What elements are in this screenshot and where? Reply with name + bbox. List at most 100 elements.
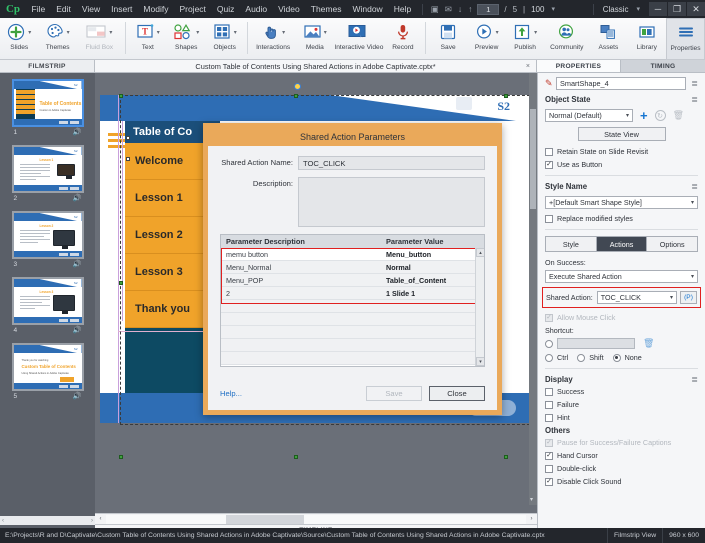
ribbon-publish[interactable]: ▾ Publish xyxy=(506,18,544,60)
scroll-down-icon[interactable]: ▾ xyxy=(530,496,533,503)
speaker-icon[interactable]: 🔊 xyxy=(73,128,82,136)
retain-state-row[interactable]: Retain State on Slide Revisit xyxy=(545,147,698,156)
trash-icon[interactable]: 🗑 xyxy=(643,338,654,349)
scroll-track[interactable] xyxy=(106,514,526,524)
tab-properties[interactable]: PROPERTIES xyxy=(537,60,621,72)
scroll-right-icon[interactable]: › xyxy=(526,516,537,522)
thumbnail-frame[interactable]: S2 Lesson 2 xyxy=(11,211,84,259)
chevron-down-icon[interactable]: ▾ xyxy=(496,29,499,36)
properties-panel[interactable]: ✎ SmartShape_4 ≣ Object State ≣ Normal (… xyxy=(537,73,705,528)
chevron-down-icon[interactable]: ▾ xyxy=(534,29,537,36)
hand-cursor-checkbox[interactable]: ✓ xyxy=(545,451,553,460)
hand-cursor-row[interactable]: ✓ Hand Cursor xyxy=(545,451,698,460)
table-row[interactable] xyxy=(221,352,484,365)
table-row[interactable] xyxy=(221,339,484,352)
shared-action-parameters-dialog[interactable]: Shared Action Parameters Shared Action N… xyxy=(203,123,502,415)
menu-edit[interactable]: Edit xyxy=(51,0,77,18)
description-textarea[interactable] xyxy=(298,177,485,227)
ribbon-slides[interactable]: ▾ Slides xyxy=(0,18,38,60)
display-hint-row[interactable]: Hint xyxy=(545,413,698,422)
workspace-selector[interactable]: Classic xyxy=(599,5,633,14)
selection-handle-tl[interactable] xyxy=(119,94,123,98)
mail-icon[interactable]: ✉ xyxy=(442,4,455,15)
shift-radio[interactable] xyxy=(577,353,586,362)
chevron-down-icon[interactable]: ▾ xyxy=(196,29,199,36)
chevron-down-icon[interactable]: ▾ xyxy=(691,271,694,283)
success-checkbox[interactable] xyxy=(545,387,553,396)
chevron-down-icon[interactable]: ▾ xyxy=(282,29,285,36)
menu-view[interactable]: View xyxy=(76,0,105,18)
state-view-button[interactable]: State View xyxy=(577,127,666,141)
parameters-button[interactable]: (P) xyxy=(680,291,697,304)
table-row[interactable] xyxy=(221,313,484,326)
thumbnail-frame[interactable]: S2 Thank you for watching Custom Table o… xyxy=(11,343,84,391)
use-as-button-row[interactable]: ✓ Use as Button xyxy=(545,160,698,169)
stage-horizontal-scrollbar[interactable]: ‹ › xyxy=(95,513,537,524)
maximize-button[interactable]: ❐ xyxy=(668,2,686,16)
filmstrip-slide-3[interactable]: S2 Lesson 2 3 🔊 xyxy=(0,205,95,271)
plus-icon[interactable]: + xyxy=(640,109,648,122)
hamburger-menu-icon[interactable]: ≣ xyxy=(686,79,698,88)
chevron-down-icon[interactable]: ▾ xyxy=(670,292,673,304)
style-name-select[interactable]: +[Default Smart Shape Style] ▾ xyxy=(545,196,698,209)
speaker-icon[interactable]: 🔊 xyxy=(73,326,82,334)
filmstrip-slide-1[interactable]: S2 Table of Contents Custom in Adobe Cap… xyxy=(0,73,95,139)
scroll-thumb[interactable] xyxy=(226,514,304,524)
menu-quiz[interactable]: Quiz xyxy=(211,0,239,18)
table-row[interactable]: 2 1 Slide 1 xyxy=(221,287,484,300)
selection-handle-bm[interactable] xyxy=(294,455,298,459)
disable-click-sound-checkbox[interactable]: ✓ xyxy=(545,477,553,486)
inner-handle-tl[interactable] xyxy=(126,136,130,140)
trash-icon[interactable]: 🗑 xyxy=(673,110,684,121)
ribbon-interactions[interactable]: ▾ Interactions xyxy=(251,18,296,60)
ribbon-properties[interactable]: Properties xyxy=(666,18,705,60)
ctrl-radio[interactable] xyxy=(545,353,553,362)
selection-handle-bl[interactable] xyxy=(119,455,123,459)
menu-help[interactable]: Help xyxy=(388,0,416,18)
scroll-up-icon[interactable]: ▴ xyxy=(476,248,484,257)
zoom-level[interactable]: 100 xyxy=(528,5,547,14)
ribbon-library[interactable]: Library xyxy=(628,18,666,60)
stage-vertical-scrollbar[interactable]: ▾ xyxy=(529,73,537,505)
menu-video[interactable]: Video xyxy=(273,0,306,18)
selection-handle-ml[interactable] xyxy=(119,281,123,285)
replace-styles-row[interactable]: Replace modified styles xyxy=(545,214,698,223)
menu-insert[interactable]: Insert xyxy=(106,0,138,18)
current-slide-input[interactable]: 1 xyxy=(477,3,500,15)
ribbon-media[interactable]: ▾ Media xyxy=(296,18,334,60)
disable-click-sound-row[interactable]: ✓ Disable Click Sound xyxy=(545,477,698,486)
parameters-table[interactable]: Parameter Description Parameter Value me… xyxy=(220,234,485,367)
object-name-input[interactable]: SmartShape_4 xyxy=(556,77,686,90)
download-icon[interactable]: ↓ xyxy=(455,4,465,14)
menu-themes[interactable]: Themes xyxy=(305,0,347,18)
ribbon-interactive-video[interactable]: Interactive Video xyxy=(334,18,384,60)
chevron-down-icon[interactable]: ▾ xyxy=(28,29,31,36)
chevron-down-icon[interactable]: ▾ xyxy=(691,197,694,209)
ribbon-objects[interactable]: ▾ Objects xyxy=(205,18,243,60)
stage-scroll-thumb[interactable] xyxy=(530,109,536,209)
speaker-icon[interactable]: 🔊 xyxy=(73,260,82,268)
on-success-select[interactable]: Execute Shared Action ▾ xyxy=(545,270,698,283)
selection-handle-tm[interactable] xyxy=(294,94,298,98)
help-link[interactable]: Help... xyxy=(220,389,359,398)
zoom-chevron-down-icon[interactable]: ▾ xyxy=(547,5,559,13)
menu-project[interactable]: Project xyxy=(174,0,211,18)
shortcut-radio[interactable] xyxy=(545,339,553,348)
tab-actions[interactable]: Actions xyxy=(596,237,648,251)
replace-styles-checkbox[interactable] xyxy=(545,214,553,223)
cell-value[interactable]: 1 Slide 1 xyxy=(381,289,484,298)
use-as-button-checkbox[interactable]: ✓ xyxy=(545,160,553,169)
menu-audio[interactable]: Audio xyxy=(240,0,273,18)
upload-icon[interactable]: ↑ xyxy=(465,4,475,14)
scroll-down-icon[interactable]: ▾ xyxy=(476,357,484,366)
filmstrip-slide-4[interactable]: S2 Lesson 3 4 🔊 xyxy=(0,271,95,337)
cell-value[interactable]: Normal xyxy=(381,263,484,272)
thumbnail-frame[interactable]: S2 Table of Contents Custom in Adobe Cap… xyxy=(11,79,84,127)
ribbon-shapes[interactable]: ▾ Shapes xyxy=(167,18,205,60)
table-body[interactable]: memu button Menu_button Menu_Normal Norm… xyxy=(221,248,484,366)
shared-action-name-value[interactable]: TOC_CLICK xyxy=(298,156,485,170)
display-success-row[interactable]: Success xyxy=(545,387,698,396)
ribbon-themes[interactable]: ▾ Themes xyxy=(38,18,76,60)
selection-handle-br[interactable] xyxy=(504,455,508,459)
scroll-left-icon[interactable]: ‹ xyxy=(95,516,106,522)
